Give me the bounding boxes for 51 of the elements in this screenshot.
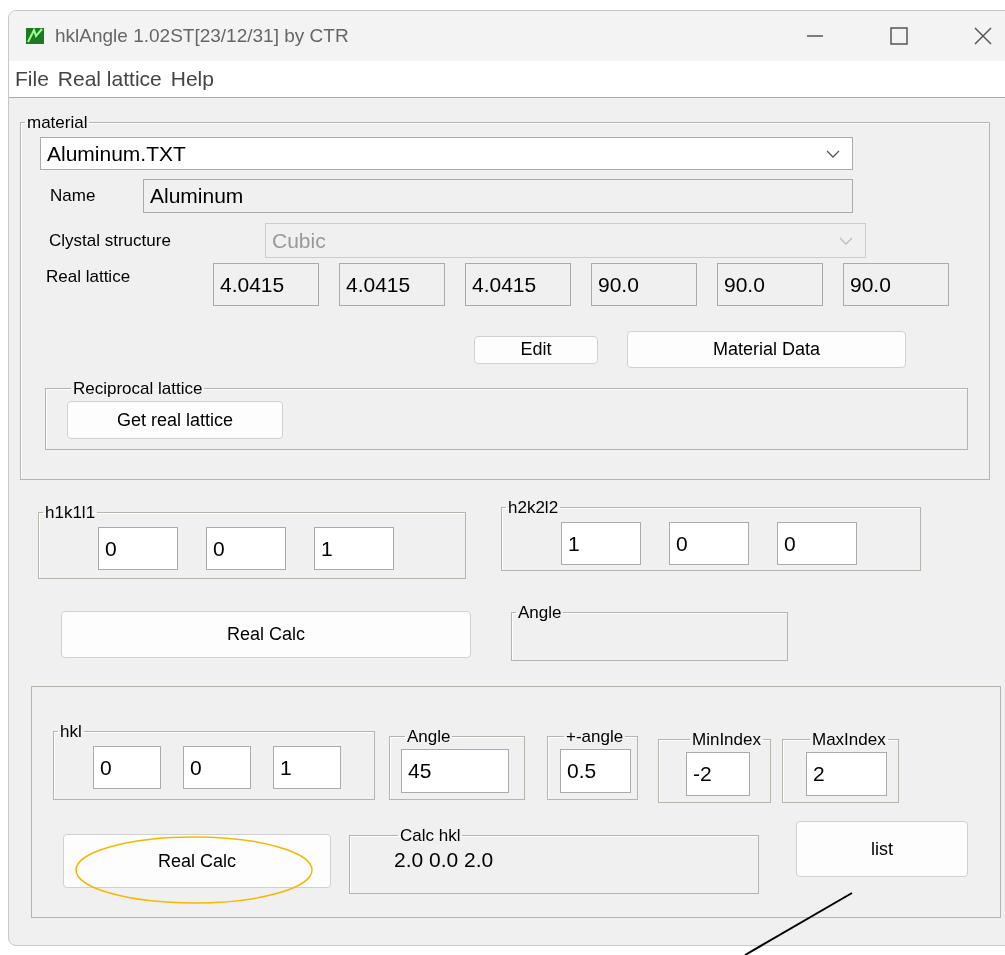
parameter-field[interactable]: 2 [806, 752, 887, 796]
maximize-icon[interactable] [889, 26, 909, 46]
get-real-lattice-button[interactable]: Get real lattice [67, 401, 283, 439]
group-label: MaxIndex [811, 731, 887, 748]
menu-item[interactable]: Help [170, 67, 214, 91]
parameter-field[interactable]: -2 [686, 752, 750, 796]
app-icon [25, 26, 45, 46]
close-icon[interactable] [973, 26, 993, 46]
chevron-down-icon [839, 236, 853, 245]
index-field[interactable]: 0 [98, 527, 178, 570]
material-data-button[interactable]: Material Data [627, 331, 906, 368]
lattice-field[interactable]: 4.0415 [339, 263, 445, 306]
edit-button[interactable]: Edit [474, 335, 598, 364]
parameter-field[interactable]: 0.5 [560, 749, 631, 793]
name-field[interactable]: Aluminum [143, 179, 853, 213]
group-label: Angle [517, 604, 563, 621]
index-field[interactable]: 1 [273, 746, 341, 789]
group-label: h2k2l2 [507, 499, 560, 516]
lattice-field[interactable]: 4.0415 [213, 263, 319, 306]
list-button[interactable]: list [796, 821, 968, 877]
real-calc-button[interactable]: Real Calc [63, 834, 331, 888]
index-field[interactable]: 1 [314, 527, 394, 570]
index-field[interactable]: 0 [669, 522, 749, 565]
real-calc-button[interactable]: Real Calc [61, 611, 471, 658]
index-field[interactable]: 0 [206, 527, 286, 570]
group-label: Calc hkl [399, 827, 462, 844]
group-label: hkl [59, 723, 83, 740]
group-label: MinIndex [691, 731, 762, 748]
field-label: Real lattice [45, 266, 132, 287]
lattice-field[interactable]: 4.0415 [465, 263, 571, 306]
window-title: hklAngle 1.02ST[23/12/31] by CTR [55, 25, 349, 47]
menu-item[interactable]: File [15, 67, 49, 91]
chevron-down-icon [826, 149, 840, 158]
result-text: 2.0 0.0 2.0 [394, 848, 494, 871]
parameter-field[interactable]: 45 [401, 749, 509, 793]
index-field[interactable]: 1 [561, 522, 641, 565]
index-field[interactable]: 0 [93, 746, 161, 789]
menu-item[interactable]: Real lattice [57, 67, 162, 91]
group-label: material [26, 114, 89, 131]
field-label: Name [49, 186, 97, 206]
file-dropdown[interactable]: Aluminum.TXT [40, 137, 853, 170]
field-label: Clystal structure [48, 230, 172, 251]
lattice-field[interactable]: 90.0 [717, 263, 823, 306]
lattice-field[interactable]: 90.0 [843, 263, 949, 306]
index-field[interactable]: 0 [777, 522, 857, 565]
group-label: h1k1l1 [44, 504, 97, 521]
group-label: +-angle [565, 728, 625, 745]
lattice-field[interactable]: 90.0 [591, 263, 697, 306]
group-label: Angle [406, 728, 452, 745]
group-label: Reciprocal lattice [72, 380, 204, 397]
index-field[interactable]: 0 [183, 746, 251, 789]
